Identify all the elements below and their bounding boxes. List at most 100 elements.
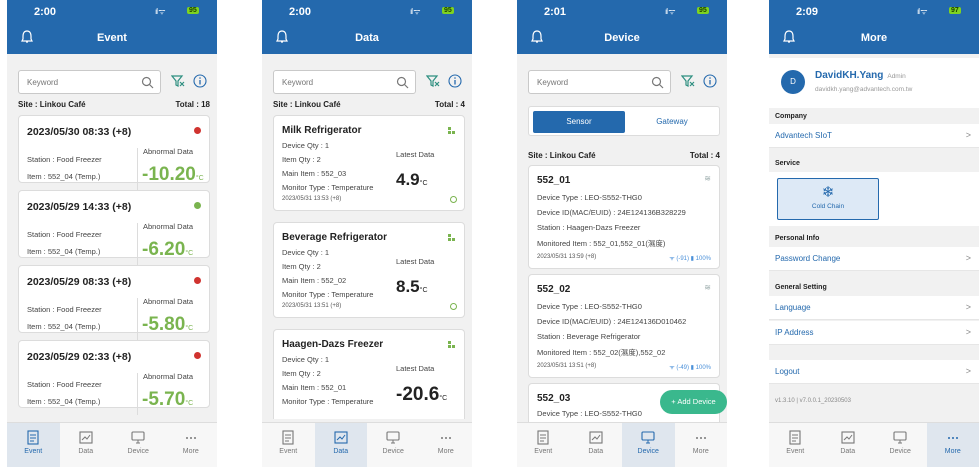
segment-sensor[interactable]: Sensor	[533, 111, 625, 133]
tab-device[interactable]: Device	[874, 423, 927, 467]
service-label: Cold Chain	[811, 203, 845, 210]
tab-bar: Event Data Device More	[517, 422, 727, 467]
add-device-button[interactable]: + Add Device	[660, 390, 727, 414]
tab-event[interactable]: Event	[769, 423, 822, 467]
tab-bar: Event Data Device More	[262, 422, 472, 467]
event-datetime: 2023/05/29 14:33 (+8)	[27, 201, 132, 213]
event-card[interactable]: 2023/05/30 08:33 (+8) Station : Food Fre…	[18, 115, 210, 190]
monitor-type: Monitor Type : Temperature	[282, 397, 374, 406]
station-card[interactable]: Beverage Refrigerator Device Qty : 1 Ite…	[273, 222, 465, 318]
tab-more[interactable]: More	[165, 423, 218, 467]
station-name: Milk Refrigerator	[282, 125, 362, 136]
monitored-item: Monitored Item : 552_01,552_01(濕度)	[537, 239, 666, 248]
item-qty: Item Qty : 2	[282, 155, 321, 164]
event-station: Station : Food Freezer	[27, 155, 102, 164]
value-unit: °C	[439, 395, 448, 402]
filter-icon[interactable]	[171, 75, 185, 88]
data-screen: 2:00 ıl ᯤ 95 Data Site : Linkou Café Tot…	[262, 0, 472, 467]
event-item: Item : 552_04 (Temp.)	[27, 247, 101, 256]
tab-data[interactable]: Data	[570, 423, 623, 467]
header: 2:01 ıl ᯤ 95 Device	[517, 0, 727, 54]
device-station: Station : Haagen-Dazs Freezer	[537, 223, 641, 232]
tab-data[interactable]: Data	[314, 423, 367, 467]
tab-event[interactable]: Event	[262, 423, 315, 467]
station-card[interactable]: Milk Refrigerator Device Qty : 1 Item Qt…	[273, 115, 465, 211]
tab-device[interactable]: Device	[622, 423, 675, 467]
event-card[interactable]: 2023/05/29 14:33 (+8) Station : Food Fre…	[18, 190, 210, 265]
signal-battery: ᯤ (-91) ▮ 100%	[669, 256, 711, 262]
logout-row[interactable]: Logout >	[769, 360, 979, 384]
value-unit: °C	[419, 287, 428, 294]
timestamp: 2023/05/31 13:51 (+8)	[282, 303, 342, 309]
tab-data[interactable]: Data	[822, 423, 875, 467]
info-icon[interactable]	[448, 74, 462, 88]
search-icon[interactable]	[651, 76, 664, 89]
tab-event[interactable]: Event	[7, 423, 60, 467]
event-datetime: 2023/05/30 08:33 (+8)	[27, 126, 132, 138]
section-general: General Setting	[775, 284, 827, 291]
event-item: Item : 552_04 (Temp.)	[27, 322, 101, 331]
device-name: 552_03	[537, 393, 571, 404]
monitor-icon	[386, 431, 400, 444]
info-icon[interactable]	[703, 74, 717, 88]
info-icon[interactable]	[193, 74, 207, 88]
station-name: Haagen-Dazs Freezer	[282, 339, 384, 350]
search-icon[interactable]	[141, 76, 154, 89]
filter-icon[interactable]	[426, 75, 440, 88]
page-title: Event	[97, 32, 127, 44]
ip-address-label: IP Address	[775, 328, 814, 337]
tab-event[interactable]: Event	[517, 423, 570, 467]
search-input[interactable]	[274, 71, 384, 93]
company-row[interactable]: Advantech SIoT >	[769, 124, 979, 148]
alert-status-icon	[194, 127, 201, 134]
network-icon	[448, 127, 455, 134]
tab-label: Data	[588, 448, 604, 455]
tab-data[interactable]: Data	[60, 423, 113, 467]
filter-icon[interactable]	[681, 75, 695, 88]
search-box[interactable]	[273, 70, 416, 94]
section-company: Company	[775, 113, 807, 120]
header: 2:00 ıl ᯤ 95 Event	[7, 0, 217, 54]
device-card[interactable]: 552_02 ≋ Device Type : LEO-S552-THG0 Dev…	[528, 274, 720, 378]
segment-gateway[interactable]: Gateway	[627, 111, 717, 133]
value-number: -5.70	[142, 389, 186, 410]
company-name: Advantech SIoT	[775, 131, 832, 140]
language-row[interactable]: Language >	[769, 296, 979, 320]
tab-device[interactable]: Device	[112, 423, 165, 467]
abnormal-label: Abnormal Data	[143, 222, 194, 231]
event-card[interactable]: 2023/05/29 02:33 (+8) Station : Food Fre…	[18, 340, 210, 415]
divider	[137, 148, 138, 190]
page-title: Data	[355, 32, 379, 44]
status-time: 2:00	[289, 6, 312, 18]
tab-bar: Event Data Device More	[7, 422, 217, 467]
tab-label: Data	[840, 448, 856, 455]
search-icon[interactable]	[396, 76, 409, 89]
search-box[interactable]	[18, 70, 161, 94]
password-row[interactable]: Password Change >	[769, 247, 979, 271]
value-number: 4.9	[396, 170, 420, 189]
service-panel: ❄ Cold Chain	[769, 172, 979, 226]
search-box[interactable]	[528, 70, 671, 94]
ip-address-row[interactable]: IP Address >	[769, 321, 979, 345]
sensor-icon: ≋	[704, 283, 711, 292]
user-name-line: DavidKH.Yang Admin	[815, 70, 906, 81]
device-qty: Device Qty : 1	[282, 248, 330, 257]
tab-device[interactable]: Device	[367, 423, 420, 467]
cold-chain-button[interactable]: ❄ Cold Chain	[777, 178, 879, 220]
device-card[interactable]: 552_01 ≋ Device Type : LEO-S552-THG0 Dev…	[528, 165, 720, 269]
value-number: -20.6	[396, 384, 440, 405]
divider	[137, 223, 138, 265]
search-input[interactable]	[529, 71, 639, 93]
event-datetime: 2023/05/29 02:33 (+8)	[27, 351, 132, 363]
battery-icon: 95	[697, 7, 709, 14]
tab-more[interactable]: More	[420, 423, 473, 467]
event-station: Station : Food Freezer	[27, 230, 102, 239]
tab-more[interactable]: More	[675, 423, 728, 467]
station-card[interactable]: Haagen-Dazs Freezer Device Qty : 1 Item …	[273, 329, 465, 419]
tab-more[interactable]: More	[926, 423, 979, 467]
event-item: Item : 552_04 (Temp.)	[27, 397, 101, 406]
search-input[interactable]	[19, 71, 129, 93]
tab-label: Event	[279, 448, 298, 455]
main-item: Main Item : 552_03	[282, 169, 347, 178]
event-card[interactable]: 2023/05/29 08:33 (+8) Station : Food Fre…	[18, 265, 210, 340]
